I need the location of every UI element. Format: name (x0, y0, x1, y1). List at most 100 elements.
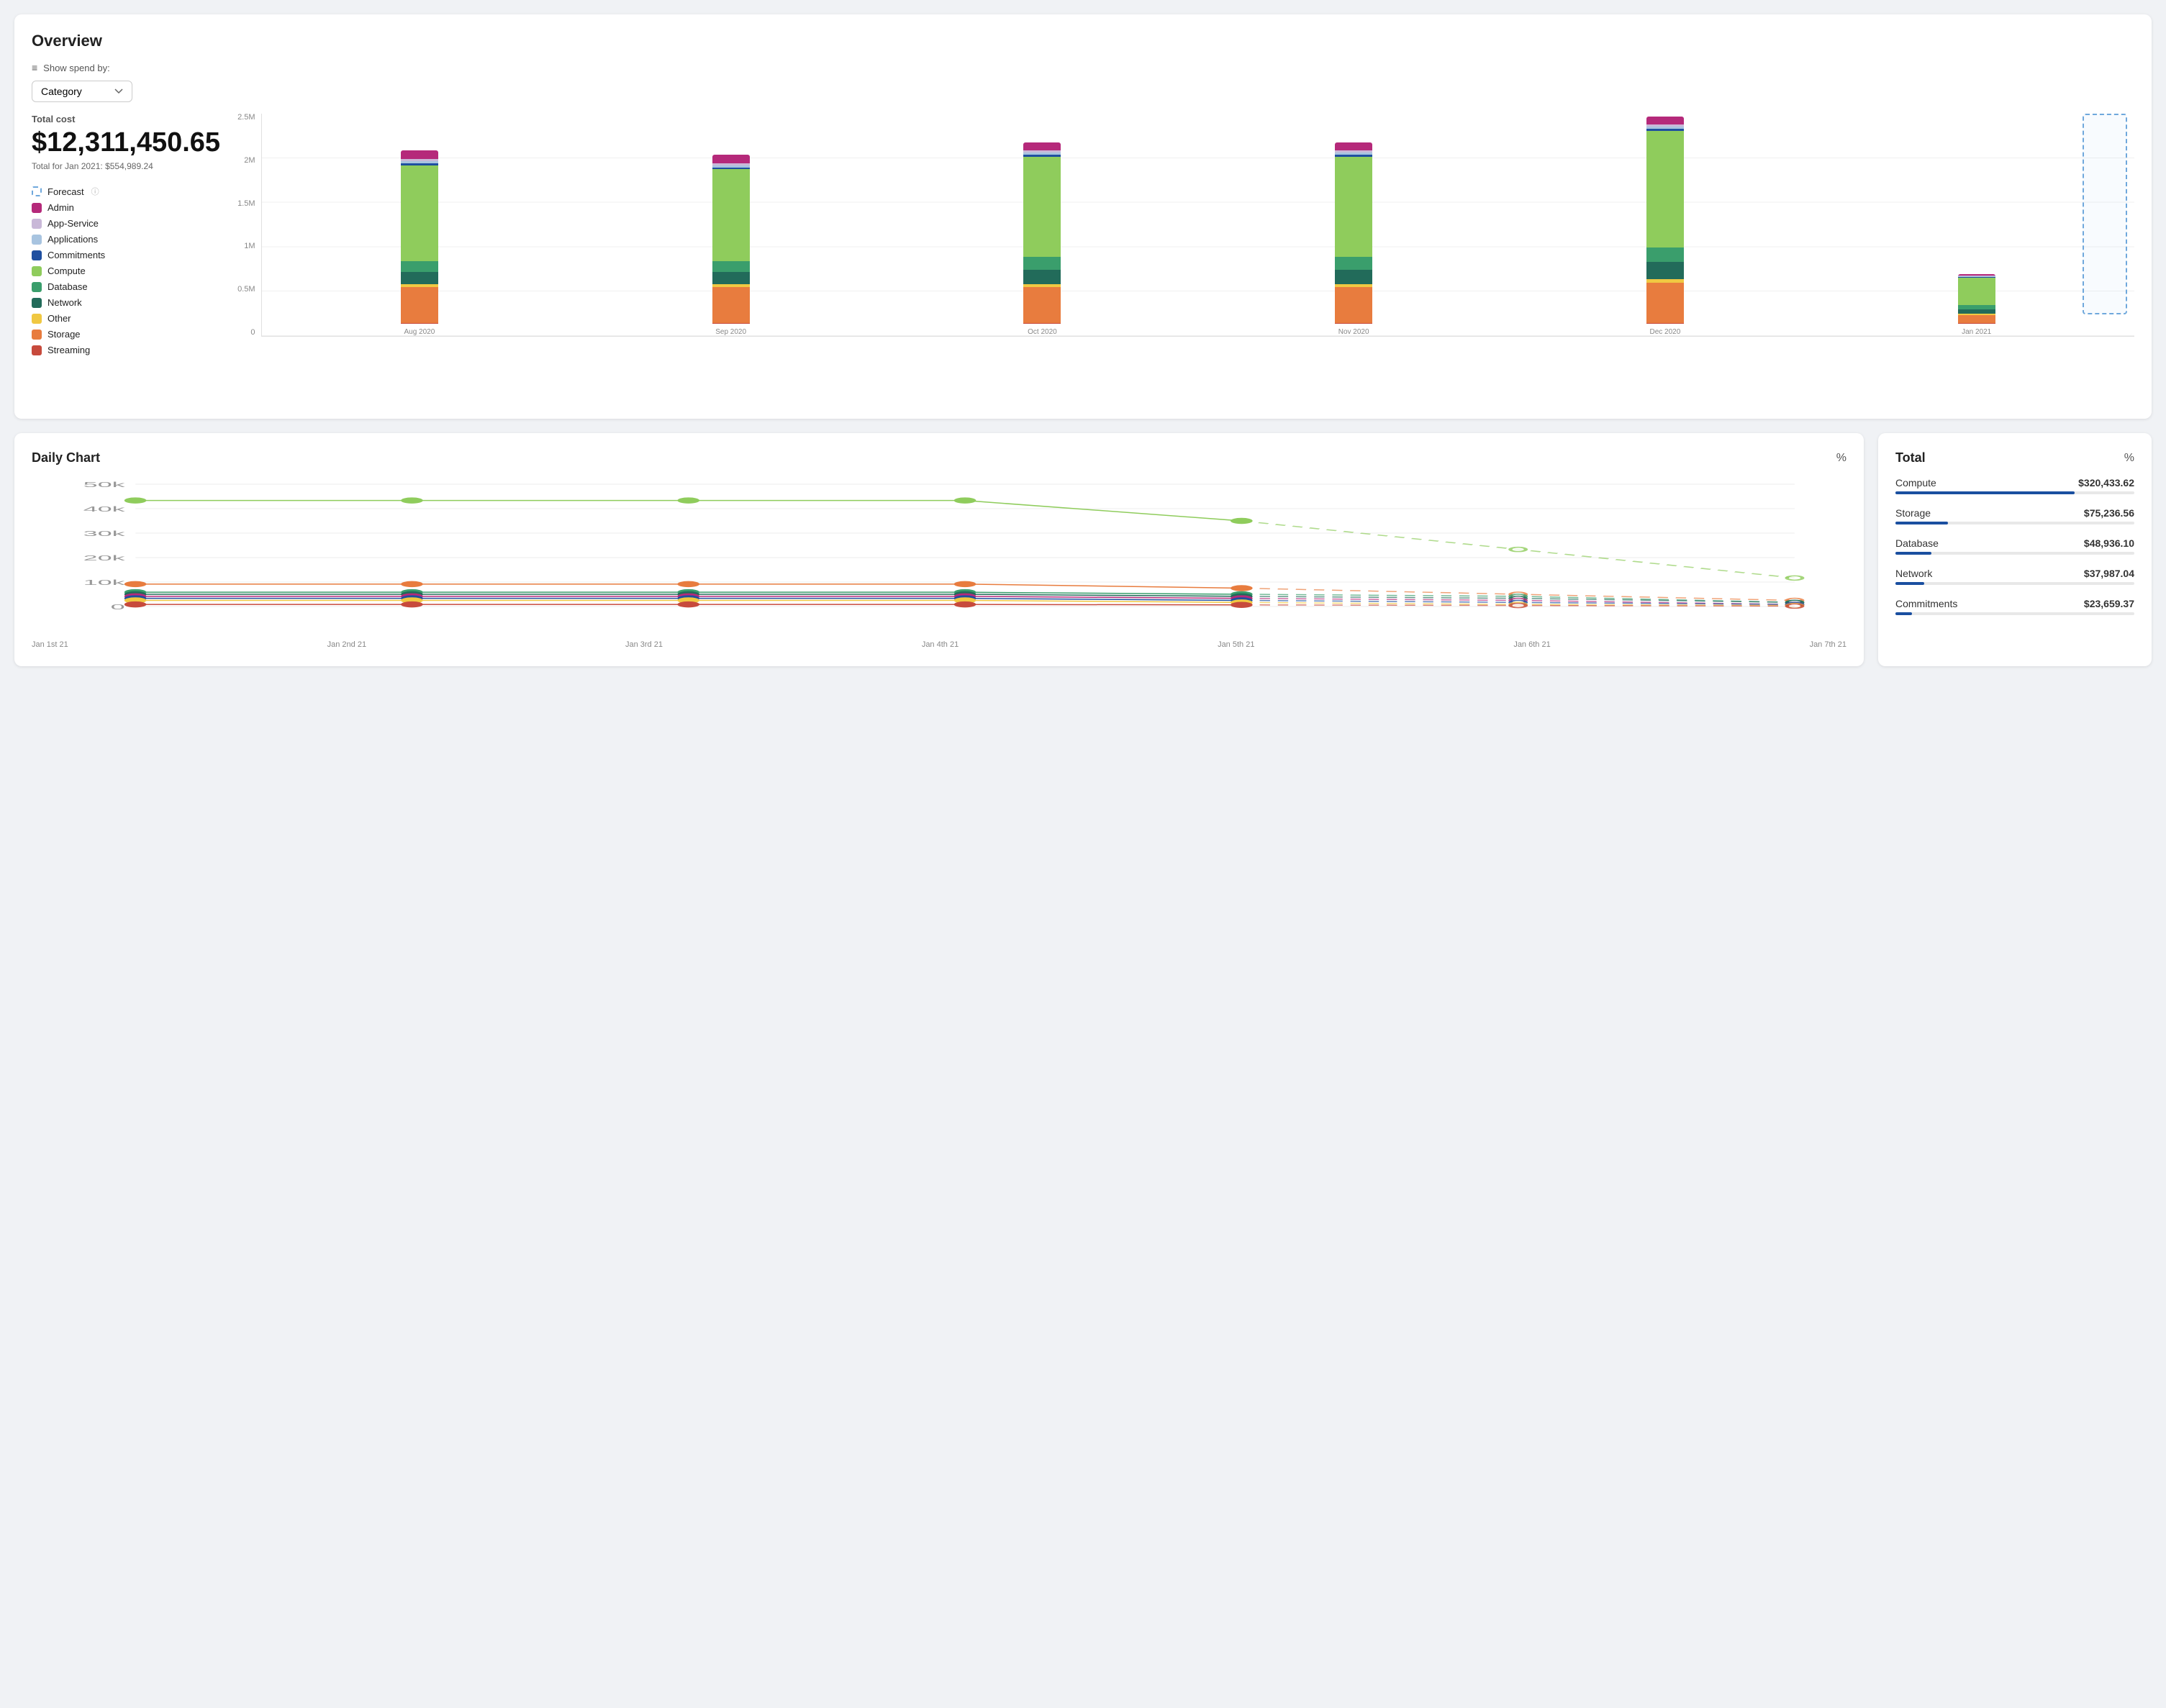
legend-dot-compute (32, 266, 42, 276)
legend-label-storage: Storage (47, 329, 81, 340)
total-row-bar-bg-0 (1895, 491, 2134, 494)
legend-item-applications[interactable]: Applications (32, 234, 220, 245)
total-row-value-3: $37,987.04 (2084, 568, 2134, 579)
bar-segment (1335, 323, 1372, 324)
legend-label-network: Network (47, 297, 82, 308)
svg-text:0: 0 (111, 603, 125, 611)
total-header: Total % (1895, 450, 2134, 465)
svg-text:50k: 50k (83, 481, 126, 489)
legend-dot-database (32, 282, 42, 292)
bar-group-1[interactable]: Sep 2020 (580, 155, 882, 336)
bar-segment (1958, 278, 1995, 305)
bar-group-4[interactable]: Dec 2020 (1515, 117, 1816, 336)
stacked-bar-4 (1646, 117, 1684, 324)
legend-item-commitments[interactable]: Commitments (32, 250, 220, 260)
total-row-bar-bg-3 (1895, 582, 2134, 585)
bar-label-5: Jan 2021 (1962, 328, 1991, 336)
total-row-header-3: Network $37,987.04 (1895, 568, 2134, 579)
total-row-name-0: Compute (1895, 477, 1936, 489)
total-row-value-0: $320,433.62 (2078, 477, 2134, 489)
total-row-bar-fill-2 (1895, 552, 1931, 555)
total-row-bar-fill-1 (1895, 522, 1948, 524)
bar-segment (1335, 157, 1372, 257)
bar-segment (1335, 142, 1372, 151)
overview-title: Overview (32, 32, 2134, 50)
legend-dot-commitments (32, 250, 42, 260)
bar-group-0[interactable]: Aug 2020 (269, 150, 571, 336)
daily-x-label: Jan 5th 21 (1218, 640, 1254, 649)
bar-segment (401, 287, 438, 322)
daily-chart-x-labels: Jan 1st 21Jan 2nd 21Jan 3rd 21Jan 4th 21… (32, 640, 1846, 649)
legend-dot-network (32, 298, 42, 308)
total-percent-icon[interactable]: % (2124, 452, 2134, 465)
legend-item-storage[interactable]: Storage (32, 329, 220, 340)
legend-item-streaming[interactable]: Streaming (32, 345, 220, 355)
total-row-2: Database $48,936.10 (1895, 537, 2134, 555)
bar-segment (1958, 315, 1995, 324)
legend-label-applications: Applications (47, 234, 98, 245)
stacked-bar-2 (1023, 142, 1061, 324)
bar-segment (1646, 131, 1684, 247)
bar-group-3[interactable]: Nov 2020 (1203, 142, 1505, 336)
legend-item-admin[interactable]: Admin (32, 202, 220, 213)
daily-x-label: Jan 3rd 21 (625, 640, 663, 649)
bar-segment (712, 323, 750, 324)
legend-label-app-service: App-Service (47, 218, 99, 229)
legend-label-compute: Compute (47, 265, 86, 276)
bar-segment (1646, 117, 1684, 125)
total-row-0: Compute $320,433.62 (1895, 477, 2134, 494)
total-row-name-2: Database (1895, 537, 1939, 549)
legend-item-app-service[interactable]: App-Service (32, 218, 220, 229)
bar-segment (401, 323, 438, 324)
legend-dot-app-service (32, 219, 42, 229)
daily-chart-title: Daily Chart (32, 450, 100, 465)
legend-dot-applications (32, 235, 42, 245)
y-axis-label: 1.5M (237, 200, 255, 208)
left-panel: Total cost $12,311,450.65 Total for Jan … (32, 114, 220, 401)
bar-segment (1335, 270, 1372, 284)
legend-item-forecast[interactable]: Forecastⓘ (32, 186, 220, 197)
legend-list: Forecastⓘ Admin App-Service Applications Com… (32, 186, 220, 355)
total-rows: Compute $320,433.62 Storage $75,236.56 D… (1895, 477, 2134, 615)
bar-segment (1646, 247, 1684, 262)
chart-area: 2.5M2M1.5M1M0.5M0 Aug 2020Sep 2020Oct 20… (237, 114, 2134, 401)
bar-segment (401, 150, 438, 159)
bar-segment (1335, 287, 1372, 322)
show-spend-row: ≡ Show spend by: (32, 62, 2134, 73)
filter-icon: ≡ (32, 62, 37, 73)
show-spend-label: Show spend by: (43, 63, 110, 73)
bar-segment (1023, 287, 1061, 322)
bottom-section: Daily Chart % 50k40k30k20k10k0 Jan 1st 2… (14, 433, 2152, 681)
daily-chart-percent-icon[interactable]: % (1836, 452, 1846, 465)
total-row-4: Commitments $23,659.37 (1895, 598, 2134, 615)
legend-label-streaming: Streaming (47, 345, 90, 355)
legend-item-compute[interactable]: Compute (32, 265, 220, 276)
bar-segment (712, 287, 750, 322)
bars-container: Aug 2020Sep 2020Oct 2020Nov 2020 Dec 2020… (261, 114, 2134, 337)
daily-chart-header: Daily Chart % (32, 450, 1846, 465)
forecast-info-icon[interactable]: ⓘ (91, 186, 99, 197)
legend-label-other: Other (47, 313, 71, 324)
category-dropdown[interactable]: Category Service Region Project (32, 81, 132, 102)
bar-segment (1023, 157, 1061, 257)
legend-item-network[interactable]: Network (32, 297, 220, 308)
total-row-bar-bg-2 (1895, 552, 2134, 555)
legend-item-other[interactable]: Other (32, 313, 220, 324)
bar-label-4: Dec 2020 (1650, 328, 1681, 336)
bar-segment (1023, 142, 1061, 151)
stacked-bar-0 (401, 150, 438, 324)
bar-group-2[interactable]: Oct 2020 (892, 142, 1193, 336)
y-axis-label: 1M (244, 242, 255, 250)
total-row-value-2: $48,936.10 (2084, 537, 2134, 549)
legend-item-database[interactable]: Database (32, 281, 220, 292)
total-cost-sub: Total for Jan 2021: $554,989.24 (32, 161, 220, 171)
total-row-name-4: Commitments (1895, 598, 1957, 609)
overview-body: Total cost $12,311,450.65 Total for Jan … (32, 114, 2134, 401)
total-row-bar-bg-1 (1895, 522, 2134, 524)
total-row-header-4: Commitments $23,659.37 (1895, 598, 2134, 609)
total-row-bar-fill-0 (1895, 491, 2075, 494)
total-row-bar-fill-4 (1895, 612, 1912, 615)
daily-x-label: Jan 1st 21 (32, 640, 68, 649)
legend-dot-storage (32, 330, 42, 340)
bar-group-5[interactable]: Jan 2021 (1826, 274, 2127, 337)
